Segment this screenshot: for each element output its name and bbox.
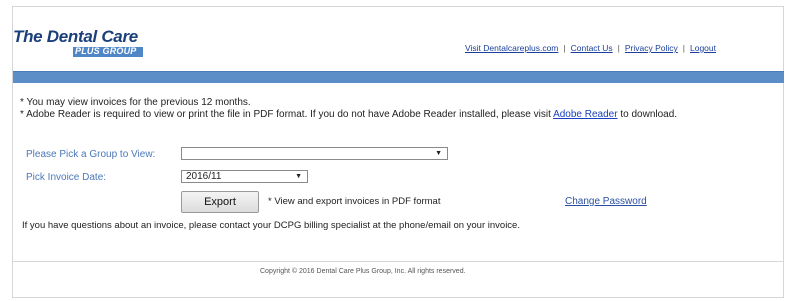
date-label: Pick Invoice Date:: [26, 172, 107, 183]
top-nav: Visit Dentalcareplus.com | Contact Us | Priv…: [465, 43, 716, 53]
header-bar: [13, 71, 784, 83]
adobe-reader-link[interactable]: Adobe Reader: [553, 109, 618, 120]
group-label: Please Pick a Group to View:: [26, 149, 156, 160]
invoice-date-select[interactable]: 2016/11 ▼: [181, 170, 308, 183]
help-text: If you have questions about an invoice, …: [22, 220, 520, 231]
visit-site-link[interactable]: Visit Dentalcareplus.com: [465, 43, 558, 53]
logo-main-text: The Dental Care: [13, 27, 138, 46]
company-logo[interactable]: The Dental Care PLUS GROUP: [13, 27, 148, 63]
export-note: * View and export invoices in PDF format: [268, 196, 441, 207]
logo-sub-text: PLUS GROUP: [75, 46, 137, 56]
chevron-down-icon: ▼: [295, 173, 302, 180]
copyright-text: Copyright © 2016 Dental Care Plus Group,…: [260, 268, 466, 275]
info-notes: * You may view invoices for the previous…: [20, 97, 677, 121]
logout-link[interactable]: Logout: [690, 43, 716, 53]
note-line-2-suffix: to download.: [617, 109, 678, 120]
footer-divider: [13, 261, 784, 262]
chevron-down-icon: ▼: [435, 150, 442, 157]
change-password-link[interactable]: Change Password: [565, 196, 647, 207]
nav-separator: |: [563, 43, 566, 53]
nav-separator: |: [682, 43, 685, 53]
privacy-policy-link[interactable]: Privacy Policy: [625, 43, 678, 53]
export-button[interactable]: Export: [181, 191, 259, 213]
note-line-2: * Adobe Reader is required to view or pr…: [20, 109, 677, 121]
note-line-2-prefix: * Adobe Reader is required to view or pr…: [20, 109, 554, 120]
nav-separator: |: [617, 43, 620, 53]
group-select[interactable]: ▼: [181, 147, 448, 160]
invoice-date-value: 2016/11: [186, 171, 222, 182]
note-line-1: * You may view invoices for the previous…: [20, 97, 251, 108]
contact-us-link[interactable]: Contact Us: [571, 43, 613, 53]
